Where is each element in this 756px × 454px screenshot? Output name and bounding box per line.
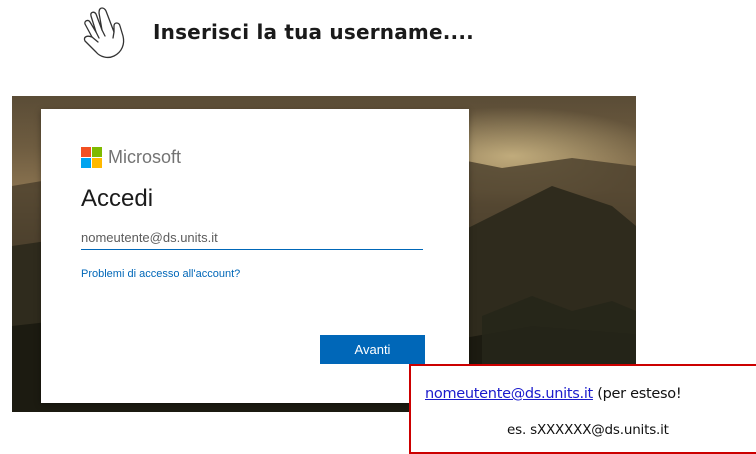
signin-title: Accedi xyxy=(81,185,154,212)
next-button[interactable]: Avanti xyxy=(320,335,425,364)
note-line-1: nomeutente@ds.units.it (per esteso! xyxy=(425,386,682,402)
note-email-suffix: (per esteso! xyxy=(592,386,682,402)
username-note-box: nomeutente@ds.units.it (per esteso! es. … xyxy=(409,364,756,454)
signin-card: Microsoft Accedi Problemi di accesso all… xyxy=(41,109,469,403)
username-input[interactable] xyxy=(81,225,423,250)
microsoft-brand-text: Microsoft xyxy=(108,147,182,167)
note-email-link[interactable]: nomeutente@ds.units.it xyxy=(425,386,593,402)
trouble-signing-in-link[interactable]: Problemi di accesso all'account? xyxy=(81,268,240,280)
pointing-hand-icon xyxy=(83,7,125,59)
note-example: es. sXXXXXX@ds.units.it xyxy=(507,422,669,438)
slide-heading: Inserisci la tua username.... xyxy=(153,20,474,44)
microsoft-logo-icon xyxy=(81,147,102,168)
